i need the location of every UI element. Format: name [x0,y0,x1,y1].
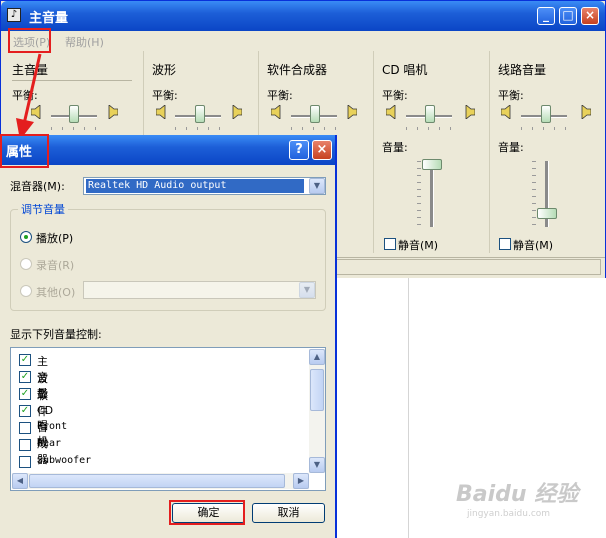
speaker-right-icon [465,105,475,119]
mute-checkbox[interactable] [384,238,396,250]
volume-label: 音量: [382,141,408,154]
annotation-highlight [169,500,245,525]
scroll-up-icon[interactable]: ▲ [309,349,325,365]
column-divider [489,51,490,253]
balance-ticks [175,127,221,130]
watermark: Baidu 经验 [456,482,579,507]
speaker-right-icon [108,105,118,119]
column-divider [373,51,374,253]
window-title: 主音量 [29,11,69,26]
speaker-left-icon [271,105,281,119]
balance-slider-thumb[interactable] [541,105,551,123]
balance-slider-thumb[interactable] [195,105,205,123]
list-item-label: Subwoofer [37,455,92,466]
checkbox[interactable] [19,456,31,468]
close-button[interactable]: × [581,7,599,25]
radio-playback-label: 播放(P) [36,232,74,245]
scroll-right-icon[interactable]: ▶ [293,473,309,489]
speaker-left-icon [386,105,396,119]
controls-list[interactable]: ✓ 主音量 ✓ 波形 ✓ 软件合成器 ✓ CD 唱机 Front Rear Su… [10,347,326,491]
radio-selected-dot [24,235,28,239]
speaker-left-icon [156,105,166,119]
list-label: 显示下列音量控制: [10,328,102,341]
balance-label: 平衡: [267,89,293,102]
mute-label: 静音(M) [513,239,554,252]
mute-checkbox[interactable] [499,238,511,250]
balance-label: 平衡: [382,89,408,102]
scroll-left-icon[interactable]: ◀ [12,473,28,489]
volume-slider-thumb[interactable] [422,159,442,170]
other-device-select[interactable]: ▼ [83,281,316,299]
mixer-label: 混音器(M): [10,180,65,193]
volume-label: 音量: [498,141,524,154]
balance-slider-thumb[interactable] [425,105,435,123]
checkbox[interactable]: ✓ [19,405,31,417]
radio-playback[interactable] [20,231,32,243]
title-bar[interactable]: ♪ 主音量 _ □ × [1,1,605,31]
column-title-synth: 软件合成器 [267,63,328,77]
horizontal-scrollbar[interactable]: ◀ ▶ [12,473,309,489]
speaker-right-icon [232,105,242,119]
column-title-line: 线路音量 [498,63,547,77]
volume-ticks [532,161,536,227]
dialog-close-button[interactable]: × [312,140,332,160]
balance-ticks [406,127,452,130]
dialog-title-bar[interactable]: 属性 ? × [0,135,335,165]
menu-bar: 选项(P) 帮助(H) [1,31,605,51]
checkbox[interactable]: ✓ [19,354,31,366]
cancel-button[interactable]: 取消 [252,503,325,523]
mixer-select[interactable]: Realtek HD Audio output ▼ [83,177,326,195]
scrollbar-thumb[interactable] [310,369,324,411]
help-button[interactable]: ? [289,140,309,160]
balance-slider-thumb[interactable] [69,105,79,123]
radio-other[interactable] [20,285,32,297]
radio-other-label: 其他(O) [36,286,76,299]
group-title: 调节音量 [18,201,68,217]
menu-help[interactable]: 帮助(H) [65,34,104,50]
list-item-label: Rear [37,438,62,449]
column-title-cd: CD 唱机 [382,63,428,77]
speaker-left-icon [501,105,511,119]
balance-label: 平衡: [498,89,524,102]
list-item-label: Front [37,421,68,432]
checkbox[interactable]: ✓ [19,371,31,383]
checkbox[interactable]: ✓ [19,388,31,400]
scroll-down-icon[interactable]: ▼ [309,457,325,473]
watermark-subtitle: jingyan.baidu.com [467,509,551,519]
mixer-selected-value: Realtek HD Audio output [86,179,304,193]
annotation-highlight [8,28,51,53]
annotation-arrow-icon [16,53,42,140]
vertical-scrollbar[interactable]: ▲ ▼ [309,349,325,473]
speaker-right-icon [347,105,357,119]
speaker-right-icon [581,105,591,119]
background-divider [408,278,409,538]
maximize-button[interactable]: □ [559,7,577,25]
properties-dialog: 属性 ? × 混音器(M): Realtek HD Audio output ▼… [0,135,337,538]
balance-ticks [521,127,567,130]
speaker-app-icon: ♪ [7,8,21,22]
checkbox[interactable] [19,422,31,434]
volume-slider-thumb[interactable] [537,208,557,219]
checkbox[interactable] [19,439,31,451]
chevron-down-icon[interactable]: ▼ [299,282,315,298]
volume-ticks [417,161,421,227]
column-title-wave: 波形 [152,63,177,77]
volume-slider-track[interactable] [430,161,434,227]
mute-label: 静音(M) [398,239,439,252]
scrollbar-thumb[interactable] [29,474,285,488]
radio-recording[interactable] [20,258,32,270]
balance-ticks [51,127,97,130]
balance-ticks [291,127,337,130]
balance-label: 平衡: [152,89,178,102]
radio-recording-label: 录音(R) [36,259,75,272]
minimize-button[interactable]: _ [537,7,555,25]
chevron-down-icon[interactable]: ▼ [309,178,325,194]
balance-slider-thumb[interactable] [310,105,320,123]
annotation-highlight [0,134,49,168]
